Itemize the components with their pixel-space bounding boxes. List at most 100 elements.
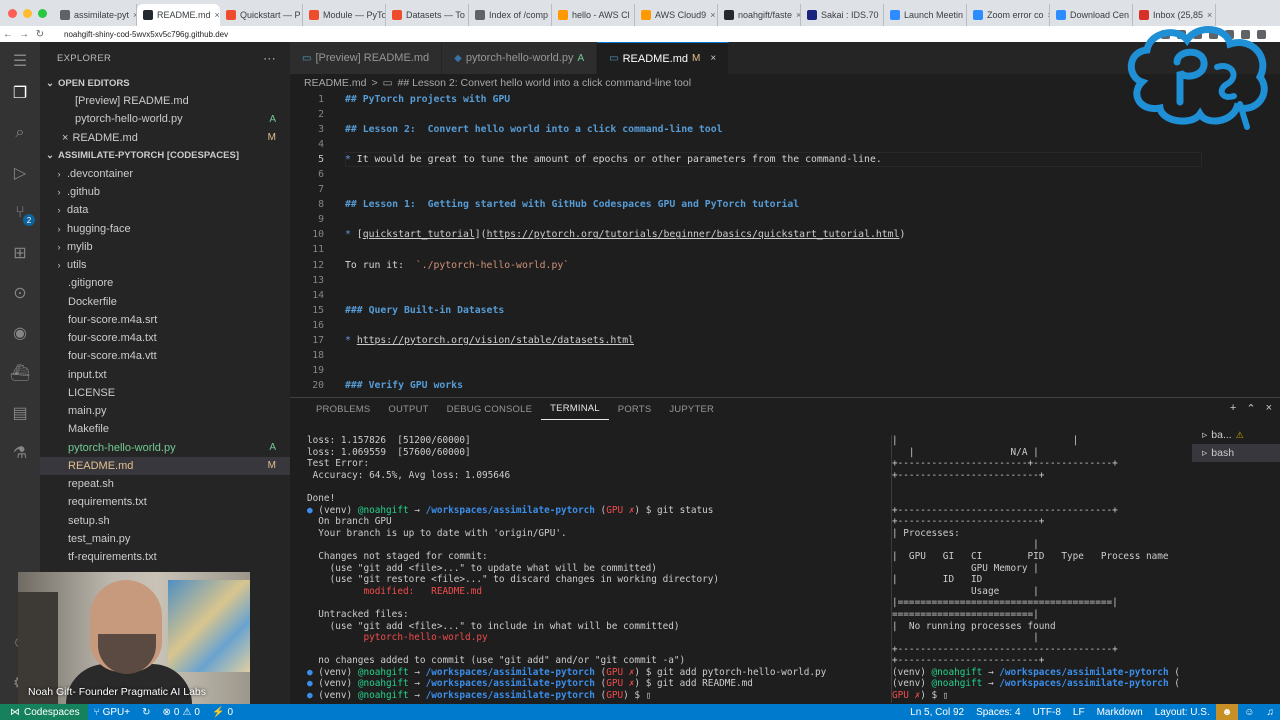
file-item[interactable]: repeat.sh [40,475,290,493]
search-icon[interactable]: ⌕ [9,122,31,144]
breadcrumb-section[interactable]: ## Lesson 2: Convert hello world into a … [398,77,692,89]
file-item[interactable]: README.md M [40,456,290,475]
window-controls[interactable] [8,9,47,18]
folder-item[interactable]: › .github [40,183,290,201]
file-item[interactable]: .gitignore [40,274,290,292]
file-item[interactable]: four-score.m4a.srt [40,311,290,329]
close-tab-icon[interactable]: × [1207,10,1212,20]
editor-tab[interactable]: ▭ [Preview] README.md [290,42,443,74]
forward-icon[interactable]: → [16,29,32,40]
copilot-icon[interactable]: ☻ [1215,704,1239,720]
notifications-bell-icon[interactable]: ♫ [1261,707,1280,718]
maximize-window-icon[interactable] [38,9,47,18]
browser-tab[interactable]: README.md × [137,4,220,26]
open-editors-section[interactable]: ⌄ OPEN EDITORS [40,74,290,92]
close-window-icon[interactable] [8,9,17,18]
file-item[interactable]: pytorch-hello-world.py A [40,439,290,457]
close-tab-icon[interactable]: × [215,10,220,20]
folder-item[interactable]: › .devcontainer [40,165,290,183]
close-panel-icon[interactable]: × [1266,402,1272,415]
browser-tab-title: Inbox (25,85 [1153,10,1204,20]
feedback-icon[interactable]: ☺ [1238,707,1260,718]
indentation[interactable]: Spaces: 4 [970,707,1026,718]
remote-explorer-icon[interactable]: ⊙ [9,282,31,304]
close-tab-icon[interactable]: × [710,10,715,20]
folder-item[interactable]: › hugging-face [40,220,290,238]
close-tab-icon[interactable]: × [710,53,716,64]
file-item[interactable]: LICENSE [40,384,290,402]
remote-indicator[interactable]: ⋈ Codespaces [0,704,88,720]
panel-tab-problems[interactable]: PROBLEMS [307,398,379,420]
extensions-icon[interactable]: ⊞ [9,242,31,264]
terminal-output-left[interactable]: loss: 1.157826 [51200/60000] loss: 1.0695… [307,435,852,703]
more-actions-icon[interactable]: ··· [263,51,276,65]
folder-item[interactable]: › utils [40,256,290,274]
panel-tab-debug-console[interactable]: DEBUG CONSOLE [438,398,541,420]
file-item[interactable]: test_main.py [40,530,290,548]
browser-tab[interactable]: Download Cen× [1050,4,1133,26]
editor-tab[interactable]: ◆ pytorch-hello-world.py A [442,42,598,74]
terminal-instance[interactable]: ▹ bash [1192,444,1280,462]
browser-tab[interactable]: Module — PyTo× [303,4,386,26]
panel-tab-ports[interactable]: PORTS [609,398,661,420]
testing-icon[interactable]: ⚗ [9,442,31,464]
open-editor-item[interactable]: pytorch-hello-world.py A [40,110,290,128]
file-item[interactable]: four-score.m4a.vtt [40,347,290,365]
menu-icon[interactable]: ☰ [9,50,31,72]
panel-tab-jupyter[interactable]: JUPYTER [660,398,723,420]
terminal-instance[interactable]: ▹ ba... ⚠ [1192,426,1280,444]
source-control-icon[interactable]: ⑂ 2 [9,202,35,226]
file-item[interactable]: Dockerfile [40,293,290,311]
browser-tab[interactable]: Quickstart — P× [220,4,303,26]
browser-tab[interactable]: AWS Cloud9 × [635,4,718,26]
github-icon[interactable]: ◉ [9,322,31,344]
panel-tab-terminal[interactable]: TERMINAL [541,398,609,420]
folder-item[interactable]: › mylib [40,238,290,256]
browser-tab[interactable]: Index of /comp× [469,4,552,26]
language-mode[interactable]: Markdown [1091,707,1149,718]
browser-tab[interactable]: Launch Meetin× [884,4,967,26]
reload-icon[interactable]: ↻ [32,29,48,40]
file-item[interactable]: tf-requirements.txt [40,548,290,566]
browser-tab[interactable]: hello - AWS Cl× [552,4,635,26]
minimize-window-icon[interactable] [23,9,32,18]
workspace-section[interactable]: ⌄ ASSIMILATE-PYTORCH [CODESPACES] [40,147,290,165]
back-icon[interactable]: ← [0,29,16,40]
close-editor-icon[interactable]: × [62,132,68,144]
browser-tab[interactable]: Zoom error co× [967,4,1050,26]
browser-tab[interactable]: Datasets — To× [386,4,469,26]
browser-tab[interactable]: assimilate-pyt× [54,4,137,26]
file-item[interactable]: Makefile [40,420,290,438]
end-of-line[interactable]: LF [1067,707,1091,718]
breadcrumb-file[interactable]: README.md [304,77,366,89]
run-debug-icon[interactable]: ▷ [9,162,31,184]
chevron-up-icon[interactable]: ⌃ [1246,402,1255,415]
file-item[interactable]: main.py [40,402,290,420]
editor-tab[interactable]: ▭ README.md M × [597,42,730,74]
keyboard-layout[interactable]: Layout: U.S. [1149,707,1216,718]
explorer-icon[interactable]: ❐ [9,82,31,104]
terminal-text: @noahgift [931,666,983,678]
docker-icon[interactable]: ⛴ [9,362,31,384]
panel-tab-output[interactable]: OUTPUT [379,398,437,420]
file-item[interactable]: requirements.txt [40,493,290,511]
url-field[interactable]: noahgift-shiny-cod-5wvx5xv5c796g.github.… [64,30,228,39]
file-item[interactable]: input.txt [40,366,290,384]
file-item[interactable]: four-score.m4a.txt [40,329,290,347]
branch-indicator[interactable]: ⑂ GPU+ [88,707,137,718]
folder-item[interactable]: › data [40,201,290,219]
problems-indicator[interactable]: ⊗ 0 ⚠ 0 [157,707,206,718]
new-terminal-icon[interactable]: + [1230,402,1236,415]
cursor-position[interactable]: Ln 5, Col 92 [904,707,970,718]
notebook-icon[interactable]: ▤ [9,402,31,424]
open-editor-item[interactable]: [Preview] README.md [40,92,290,110]
open-editor-item[interactable]: × README.md M [40,129,290,147]
browser-tab[interactable]: noahgift/faste × [718,4,801,26]
sync-icon[interactable]: ↻ [136,707,156,718]
encoding[interactable]: UTF-8 [1027,707,1067,718]
terminal-output-right[interactable]: | | | N/A | +-----------------------+----… [891,435,1187,703]
code-editor[interactable]: 1 ## PyTorch projects with GPU 2 3 ## Lesson… [290,92,1280,397]
file-item[interactable]: setup.sh [40,512,290,530]
ports-indicator[interactable]: ⚡ 0 [206,707,239,718]
browser-tab[interactable]: Sakai : IDS.70× [801,4,884,26]
